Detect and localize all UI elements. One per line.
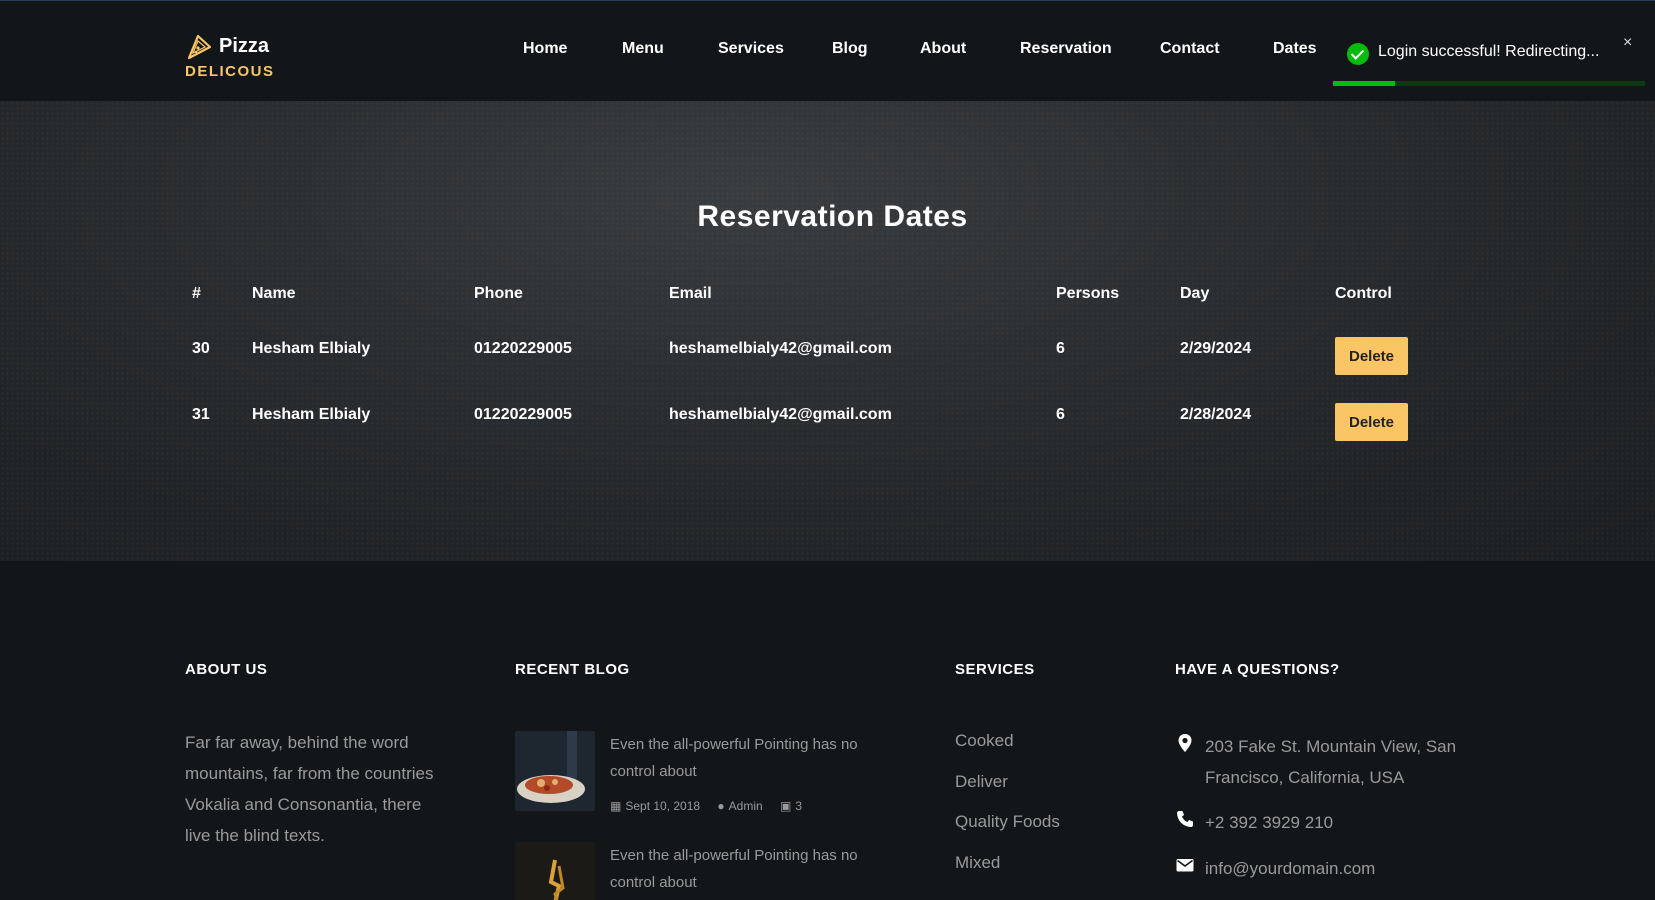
- blog-thumbnail[interactable]: [515, 842, 595, 900]
- nav-about[interactable]: About: [920, 40, 966, 58]
- map-marker-icon: [1178, 734, 1192, 752]
- cell-name: Hesham Elbialy: [252, 340, 371, 357]
- contact-phone-text[interactable]: +2 392 3929 210: [1205, 807, 1505, 838]
- pizza-slice-icon: [187, 34, 212, 60]
- blog-post-meta: ▦ Sept 10, 2018 ● Admin ▣ 3: [610, 799, 816, 813]
- service-link-mixed[interactable]: Mixed: [955, 853, 1000, 873]
- nav-menu[interactable]: Menu: [622, 40, 664, 58]
- cell-name: Hesham Elbialy: [252, 406, 371, 423]
- blog-post-date[interactable]: Sept 10, 2018: [625, 799, 700, 813]
- nav-services[interactable]: Services: [718, 40, 784, 58]
- cell-phone: 01220229005: [474, 406, 572, 423]
- footer-services-heading: SERVICES: [955, 661, 1035, 678]
- blog-post-comments[interactable]: 3: [795, 799, 802, 813]
- column-header-phone: Phone: [474, 285, 523, 302]
- calendar-icon: ▦: [610, 799, 622, 813]
- toast-progress-track: [1333, 81, 1645, 86]
- cell-day: 2/29/2024: [1180, 340, 1252, 357]
- delete-button[interactable]: Delete: [1335, 337, 1408, 375]
- nav-blog[interactable]: Blog: [832, 40, 868, 58]
- cell-phone: 01220229005: [474, 340, 572, 357]
- column-header-name: Name: [252, 285, 296, 302]
- blog-post-title[interactable]: Even the all-powerful Pointing has no co…: [610, 731, 900, 785]
- nav-dates[interactable]: Dates: [1273, 40, 1317, 58]
- column-header-id: #: [192, 285, 201, 302]
- footer-blog-heading: RECENT BLOG: [515, 661, 630, 678]
- footer-about-text: Far far away, behind the word mountains,…: [185, 733, 434, 845]
- contact-email-text[interactable]: info@yourdomain.com: [1205, 853, 1505, 884]
- cell-persons: 6: [1056, 340, 1065, 357]
- service-link-cooked[interactable]: Cooked: [955, 731, 1014, 751]
- service-link-quality-foods[interactable]: Quality Foods: [955, 812, 1060, 832]
- column-header-day: Day: [1180, 285, 1210, 302]
- nav-home[interactable]: Home: [523, 40, 567, 58]
- brand-name: Pizza: [219, 35, 270, 57]
- footer-about-heading: ABOUT US: [185, 661, 268, 678]
- blog-thumbnail[interactable]: [515, 731, 595, 811]
- brand-tagline: DELICOUS: [185, 63, 275, 80]
- toast-notification: Login successful! Redirecting... ×: [1333, 22, 1645, 86]
- toast-message: Login successful! Redirecting...: [1378, 43, 1600, 60]
- column-header-email: Email: [669, 285, 712, 302]
- cell-id: 31: [192, 406, 210, 423]
- column-header-control: Control: [1335, 285, 1392, 302]
- cell-day: 2/28/2024: [1180, 406, 1252, 423]
- blog-post-title[interactable]: Even the all-powerful Pointing has no co…: [610, 842, 900, 896]
- reservations-section: Reservation Dates # Name Phone Email Per…: [0, 101, 1655, 561]
- footer-contact-heading: HAVE A QUESTIONS?: [1175, 661, 1340, 678]
- contact-address-text: 203 Fake St. Mountain View, San Francisc…: [1205, 737, 1457, 787]
- check-circle-icon: [1347, 43, 1369, 65]
- cell-id: 30: [192, 340, 210, 357]
- cell-persons: 6: [1056, 406, 1065, 423]
- service-link-deliver[interactable]: Deliver: [955, 772, 1008, 792]
- envelope-icon: [1176, 859, 1194, 872]
- close-icon[interactable]: ×: [1623, 34, 1632, 52]
- toast-progress-bar: [1333, 81, 1396, 86]
- cell-email: heshamelbialy42@gmail.com: [669, 406, 892, 423]
- nav-contact[interactable]: Contact: [1160, 40, 1220, 58]
- page-title: Reservation Dates: [697, 200, 968, 233]
- column-header-persons: Persons: [1056, 285, 1120, 302]
- blog-post-author[interactable]: Admin: [729, 799, 763, 813]
- nav-reservation[interactable]: Reservation: [1020, 40, 1112, 58]
- phone-icon: [1177, 811, 1193, 827]
- footer: ABOUT US Far far away, behind the word m…: [0, 561, 1655, 900]
- cell-email: heshamelbialy42@gmail.com: [669, 340, 892, 357]
- comment-icon: ▣: [780, 799, 792, 813]
- user-icon: ●: [717, 799, 725, 813]
- delete-button[interactable]: Delete: [1335, 403, 1408, 441]
